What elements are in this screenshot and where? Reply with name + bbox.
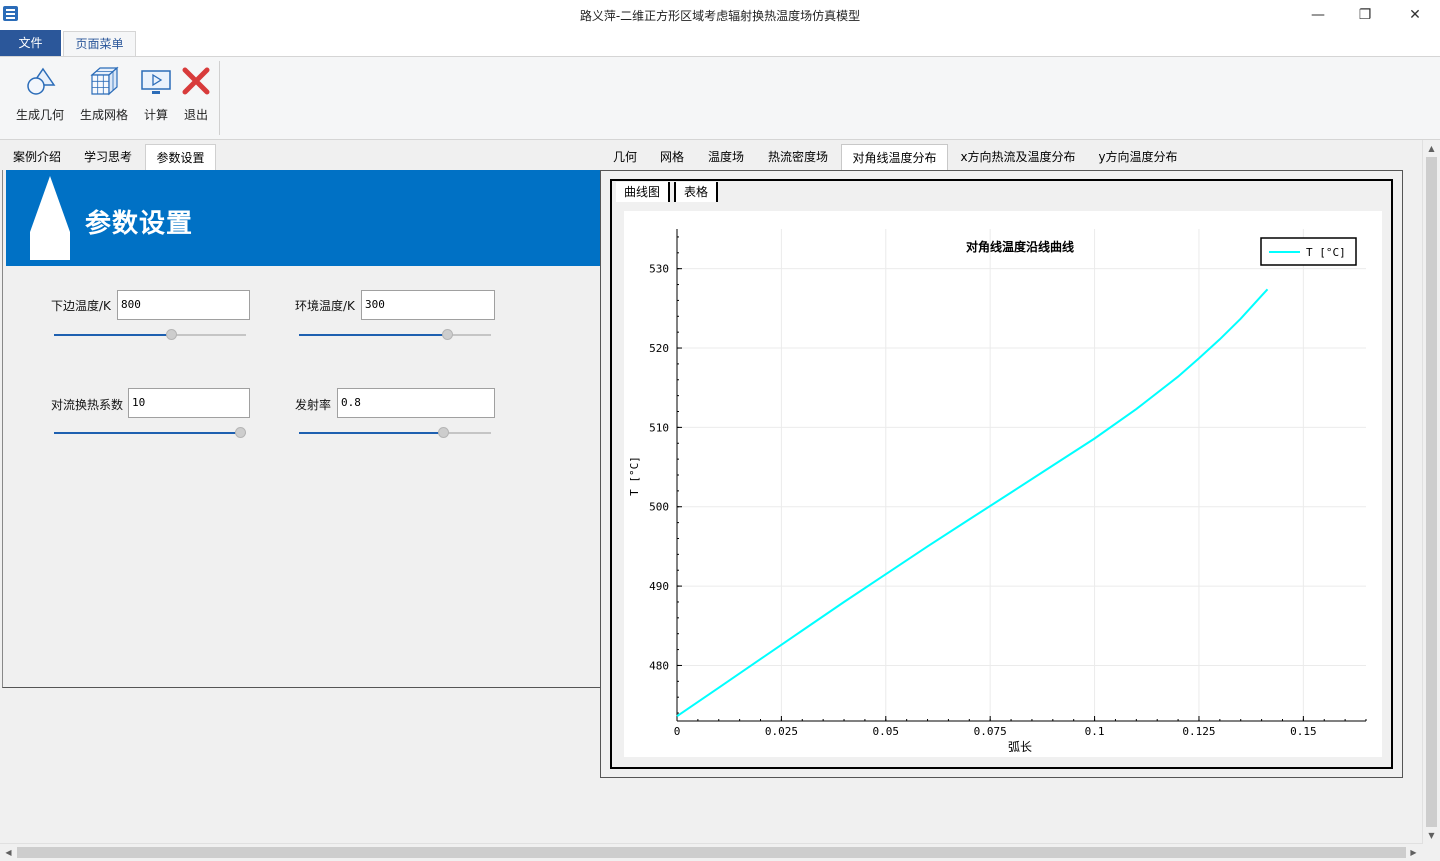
series-line <box>676 288 1269 718</box>
vertical-scroll-thumb[interactable] <box>1426 157 1437 827</box>
tab-geometry[interactable]: 几何 <box>608 144 642 171</box>
banner: 参数设置 <box>6 170 602 266</box>
x-tick-label: 0.075 <box>974 725 1007 738</box>
title-bar: 路义萍-二维正方形区域考虑辐射换热温度场仿真模型 — ❐ ✕ <box>0 0 1440 30</box>
vertical-scrollbar[interactable]: ▲ ▼ <box>1422 140 1439 844</box>
tab-x-heat-flux[interactable]: x方向热流及温度分布 <box>954 144 1082 171</box>
slider-thumb[interactable] <box>166 329 177 340</box>
y-tick-label: 530 <box>649 263 669 276</box>
y-tick-label: 480 <box>649 659 669 672</box>
y-tick-label: 500 <box>649 501 669 514</box>
y-tick-label: 520 <box>649 342 669 355</box>
slider-thumb[interactable] <box>438 427 449 438</box>
compute-label: 计算 <box>143 108 168 122</box>
bottom-temp-slider[interactable] <box>54 329 246 341</box>
ambient-temp-input[interactable]: 300 <box>361 290 495 320</box>
convection-input[interactable]: 10 <box>128 388 250 418</box>
file-tab[interactable]: 文件 <box>0 30 61 57</box>
y-tick-label: 510 <box>649 421 669 434</box>
ambient-temp-slider[interactable] <box>299 329 491 341</box>
bottom-temp-input[interactable]: 800 <box>117 290 250 320</box>
emissivity-slider[interactable] <box>299 427 491 439</box>
x-tick-label: 0.125 <box>1182 725 1215 738</box>
page-menu-tab[interactable]: 页面菜单 <box>63 31 136 58</box>
subtab-table[interactable]: 表格 <box>674 182 718 202</box>
tab-temperature-field[interactable]: 温度场 <box>702 144 750 171</box>
emissivity-input[interactable]: 0.8 <box>337 388 495 418</box>
tab-diagonal-temperature[interactable]: 对角线温度分布 <box>841 144 948 171</box>
x-tick-label: 0.15 <box>1290 725 1317 738</box>
line-chart: 0 0.025 0.05 0.075 0.1 0.125 0.15 480 490 500 510 5… <box>628 229 1367 754</box>
x-tick-label: 0.025 <box>765 725 798 738</box>
generate-geometry-label: 生成几何 <box>15 108 64 122</box>
geometry-icon <box>27 67 56 95</box>
x-tick-label: 0 <box>674 725 681 738</box>
slider-thumb[interactable] <box>235 427 246 438</box>
chart-title: 对角线温度沿线曲线 <box>966 239 1074 254</box>
result-inner-frame: 曲线图 表格 0 0.025 0.05 0.075 0.1 0.125 0.15 480 490… <box>610 179 1393 769</box>
tab-parameters[interactable]: 参数设置 <box>145 144 216 170</box>
x-tick-label: 0.05 <box>873 725 900 738</box>
generate-mesh-button[interactable]: 生成网格 <box>76 65 132 125</box>
scroll-up-arrow[interactable]: ▲ <box>1423 140 1440 157</box>
convection-label: 对流换热系数 <box>51 398 124 412</box>
emissivity-label: 发射率 <box>295 398 332 412</box>
tab-case-intro[interactable]: 案例介绍 <box>4 144 70 170</box>
tab-heat-flux-field[interactable]: 热流密度场 <box>762 144 834 171</box>
convection-slider[interactable] <box>54 427 246 439</box>
exit-button[interactable]: 退出 <box>178 65 214 125</box>
generate-mesh-label: 生成网格 <box>79 108 128 122</box>
y-tick-label: 490 <box>649 580 669 593</box>
window-title: 路义萍-二维正方形区域考虑辐射换热温度场仿真模型 <box>579 9 861 23</box>
ambient-temp-label: 环境温度/K <box>295 299 355 313</box>
minimize-button[interactable]: — <box>1295 0 1341 30</box>
exit-label: 退出 <box>183 108 208 122</box>
chart-area: 0 0.025 0.05 0.075 0.1 0.125 0.15 480 490 500 510 5… <box>624 211 1382 757</box>
ribbon-tab-bar: 文件 页面菜单 <box>0 30 1440 58</box>
horizontal-scrollbar[interactable]: ◀ ▶ <box>0 843 1422 860</box>
ribbon: 生成几何 生成网格 计算 退出 <box>0 56 1440 140</box>
y-axis-label: T [°C] <box>628 456 641 496</box>
result-panel: 曲线图 表格 0 0.025 0.05 0.075 0.1 0.125 0.15 480 490… <box>600 170 1403 778</box>
close-button[interactable]: ✕ <box>1392 0 1438 30</box>
banner-title: 参数设置 <box>85 209 194 239</box>
subtab-chart[interactable]: 曲线图 <box>616 182 670 202</box>
x-axis-label: 弧长 <box>1008 740 1032 754</box>
slider-thumb[interactable] <box>442 329 453 340</box>
bottom-temp-label: 下边温度/K <box>51 299 111 313</box>
tab-y-temperature[interactable]: y方向温度分布 <box>1092 144 1184 171</box>
close-x-icon <box>182 67 210 95</box>
monitor-play-icon <box>141 70 171 94</box>
mesh-cube-icon <box>90 66 119 96</box>
scroll-down-arrow[interactable]: ▼ <box>1423 827 1440 844</box>
maximize-button[interactable]: ❐ <box>1342 0 1388 30</box>
parameters-panel: 参数设置 下边温度/K 800 环境温度/K 300 对流换热系数 10 发射率… <box>2 170 603 688</box>
tab-mesh[interactable]: 网格 <box>654 144 690 171</box>
horizontal-scroll-thumb[interactable] <box>17 847 1406 858</box>
scroll-right-arrow[interactable]: ▶ <box>1405 844 1422 861</box>
generate-geometry-button[interactable]: 生成几何 <box>12 65 68 125</box>
scroll-left-arrow[interactable]: ◀ <box>0 844 17 861</box>
pen-nib-icon <box>30 176 70 260</box>
x-tick-label: 0.1 <box>1085 725 1105 738</box>
compute-button[interactable]: 计算 <box>138 65 174 125</box>
ribbon-separator <box>219 61 220 135</box>
legend-label: T [°C] <box>1306 246 1346 259</box>
tab-learning[interactable]: 学习思考 <box>74 144 142 170</box>
